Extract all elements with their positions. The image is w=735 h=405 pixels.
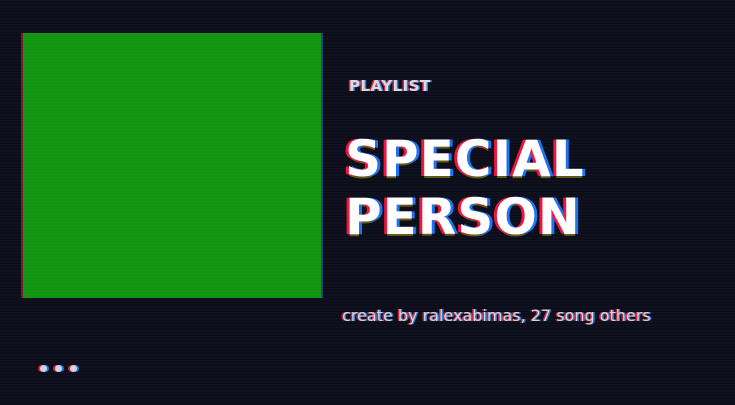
more-options-button[interactable] xyxy=(40,365,77,372)
playlist-title-line1: SPECIAL xyxy=(345,130,585,188)
playlist-cover[interactable] xyxy=(23,33,321,298)
more-horizontal-icon-dot xyxy=(55,365,62,372)
playlist-title: SPECIAL PERSON xyxy=(345,130,585,246)
playlist-meta: create by ralexabimas, 27 song others xyxy=(342,306,651,325)
playlist-type-label: PLAYLIST xyxy=(349,77,431,95)
playlist-title-line2: PERSON xyxy=(345,188,581,246)
more-horizontal-icon xyxy=(40,365,47,372)
more-horizontal-icon-dot xyxy=(70,365,77,372)
